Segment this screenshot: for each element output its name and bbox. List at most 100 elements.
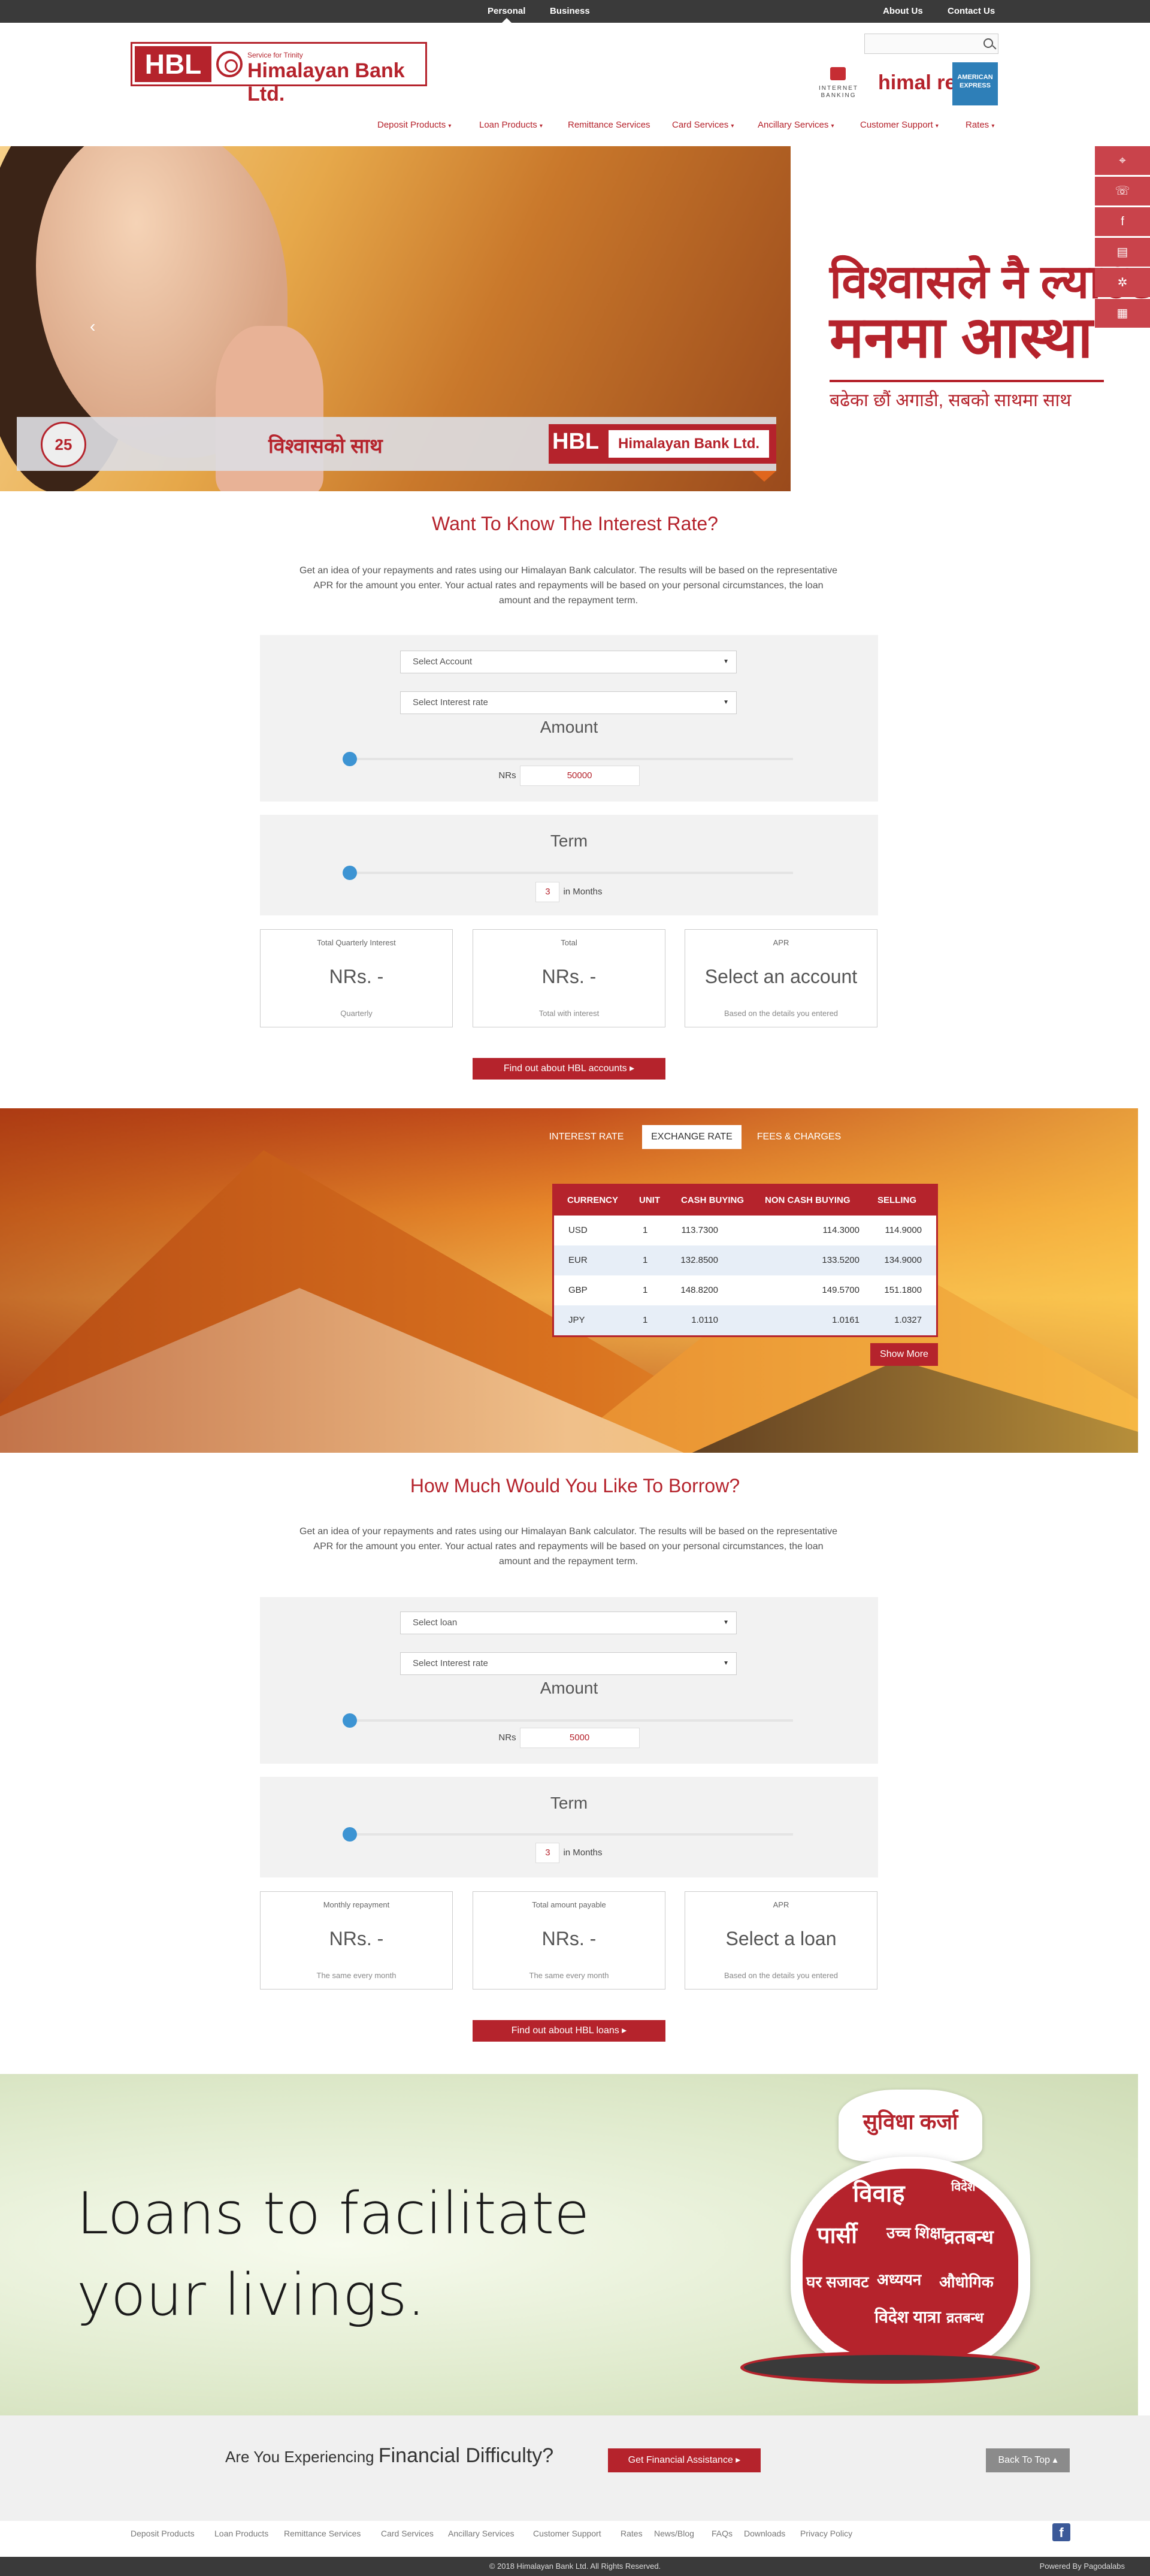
phone-icon[interactable]: ☏ bbox=[1095, 177, 1150, 205]
hbl-accounts-button[interactable]: Find out about HBL accounts ▸ bbox=[473, 1058, 665, 1080]
loan-bag-puzzle: विवाह विदेश यात्रा पार्सी उच्च शिक्षा व्… bbox=[803, 2169, 1018, 2360]
nav-rates[interactable]: Rates ▾ bbox=[966, 120, 994, 130]
about-us-link[interactable]: About Us bbox=[883, 6, 923, 16]
nav-deposit-products[interactable]: Deposit Products ▾ bbox=[377, 120, 451, 130]
borrow-title: How Much Would You Like To Borrow? bbox=[410, 1475, 740, 1496]
result-card: Monthly repayment NRs. - The same every mo… bbox=[260, 1891, 453, 1990]
borrow-amount-panel: Select loan ▼ Select Interest rate ▼ Amoun… bbox=[260, 1597, 878, 1764]
site-logo[interactable]: HBL Service for Trinity Himalayan Bank L… bbox=[131, 42, 427, 105]
form-icon[interactable]: ▦ bbox=[1095, 299, 1150, 328]
term-slider[interactable] bbox=[343, 866, 793, 880]
amount-row: NRs 50000 bbox=[260, 766, 878, 786]
term-label: Term bbox=[550, 1794, 588, 1812]
borrow-intro: Get an idea of your repayments and rates… bbox=[299, 1526, 837, 1567]
result-card: APR Select a loan Based on the details you… bbox=[685, 1891, 877, 1990]
facebook-icon[interactable]: f bbox=[1052, 2523, 1070, 2541]
internet-banking-link[interactable]: INTERNET BANKING bbox=[809, 62, 868, 105]
loan-bag-plate bbox=[740, 2351, 1040, 2384]
amount-label: Amount bbox=[540, 718, 598, 736]
carousel-prev-icon[interactable]: ‹ bbox=[90, 317, 95, 336]
nav-loan-products[interactable]: Loan Products ▾ bbox=[479, 120, 543, 130]
amount-label: Amount bbox=[540, 1679, 598, 1697]
financial-difficulty-section: Are You Experiencing Financial Difficult… bbox=[0, 2415, 1150, 2521]
footer-link[interactable]: Card Services bbox=[381, 2529, 434, 2538]
amount-slider[interactable] bbox=[343, 752, 793, 766]
table-row: JPY 1 1.0110 1.0161 1.0327 bbox=[554, 1305, 936, 1335]
copyright: © 2018 Himalayan Bank Ltd. All Rights Re… bbox=[489, 2562, 661, 2571]
amex-link[interactable]: AMERICAN EXPRESS bbox=[952, 62, 998, 105]
document-icon[interactable]: ▤ bbox=[1095, 238, 1150, 267]
financial-assistance-button[interactable]: Get Financial Assistance ▸ bbox=[608, 2448, 761, 2472]
amount-row: NRs 5000 bbox=[260, 1728, 878, 1748]
interest-title: Want To Know The Interest Rate? bbox=[432, 513, 718, 534]
nav-card-services[interactable]: Card Services ▾ bbox=[672, 120, 734, 130]
interest-rate-select[interactable]: Select Interest rate ▼ bbox=[400, 1652, 737, 1675]
interest-rate-select[interactable]: Select Interest rate ▼ bbox=[400, 691, 737, 714]
tab-interest-rate[interactable]: INTEREST RATE bbox=[541, 1125, 631, 1149]
hero-logo: HBL Himalayan Bank Ltd. bbox=[549, 424, 776, 464]
term-input[interactable]: 3 bbox=[535, 1843, 560, 1863]
term-slider[interactable] bbox=[343, 1827, 793, 1842]
himal-remit-link[interactable]: himal remit bbox=[877, 62, 986, 105]
back-to-top-button[interactable]: Back To Top ▴ bbox=[986, 2448, 1070, 2472]
footer-link[interactable]: Rates bbox=[621, 2529, 643, 2538]
amount-input[interactable]: 50000 bbox=[519, 766, 640, 786]
hero-strip: 25 विश्वासको साथ HBL Himalayan Bank Ltd. bbox=[17, 417, 776, 471]
footer-link[interactable]: Downloads bbox=[744, 2529, 785, 2538]
account-select[interactable]: Select Account ▼ bbox=[400, 651, 737, 673]
trust-text: विश्वासको साथ bbox=[268, 435, 383, 458]
footer-link[interactable]: Deposit Products bbox=[131, 2529, 195, 2538]
amex-label: AMERICAN EXPRESS bbox=[957, 74, 993, 89]
nav-remittance-services[interactable]: Remittance Services bbox=[568, 120, 650, 130]
footer-link[interactable]: Remittance Services bbox=[284, 2529, 361, 2538]
amount-input[interactable]: 5000 bbox=[519, 1728, 640, 1748]
footer-link[interactable]: Loan Products bbox=[214, 2529, 268, 2538]
personal-tab[interactable]: Personal bbox=[488, 6, 525, 16]
footer-link[interactable]: Privacy Policy bbox=[800, 2529, 852, 2538]
powered-by-link[interactable]: Powered By Pagodalabs bbox=[1040, 2562, 1125, 2571]
interest-amount-panel: Select Account ▼ Select Interest rate ▼ Am… bbox=[260, 635, 878, 802]
main-nav: Deposit Products ▾ Loan Products ▾ Remit… bbox=[377, 120, 1003, 135]
anniversary-badge: 25 bbox=[41, 422, 86, 467]
loan-select[interactable]: Select loan ▼ bbox=[400, 1611, 737, 1634]
footer-link[interactable]: News/Blog bbox=[654, 2529, 694, 2538]
nav-ancillary-services[interactable]: Ancillary Services ▾ bbox=[758, 120, 834, 130]
internet-banking-label: INTERNET BANKING bbox=[819, 85, 858, 99]
slider-handle[interactable] bbox=[343, 866, 357, 880]
tab-exchange-rate[interactable]: EXCHANGE RATE bbox=[642, 1125, 742, 1149]
table-row: USD 1 113.7300 114.3000 114.9000 bbox=[568, 1225, 922, 1235]
internet-banking-icon bbox=[830, 67, 846, 80]
slider-handle[interactable] bbox=[343, 1713, 357, 1728]
business-tab[interactable]: Business bbox=[550, 6, 590, 16]
footer-link[interactable]: Customer Support bbox=[533, 2529, 601, 2538]
amount-slider[interactable] bbox=[343, 1713, 793, 1728]
difficulty-question: Are You Experiencing Financial Difficult… bbox=[225, 2444, 554, 2467]
settings-icon[interactable]: ✲ bbox=[1095, 268, 1150, 297]
search-input[interactable] bbox=[864, 34, 998, 54]
term-label: Term bbox=[550, 832, 588, 850]
footer-link[interactable]: FAQs bbox=[712, 2529, 733, 2538]
slider-handle[interactable] bbox=[343, 752, 357, 766]
logo-name: Himalayan Bank Ltd. bbox=[247, 59, 405, 105]
term-row: 3 in Months bbox=[260, 1843, 878, 1863]
nav-customer-support[interactable]: Customer Support ▾ bbox=[860, 120, 939, 130]
loan-bag-title: सुविधा कर्जा bbox=[862, 2109, 958, 2134]
show-more-button[interactable]: Show More bbox=[870, 1343, 938, 1366]
facebook-icon[interactable]: f bbox=[1095, 207, 1150, 236]
result-card: Total NRs. - Total with interest bbox=[473, 929, 665, 1027]
interest-intro: Get an idea of your repayments and rates… bbox=[299, 566, 837, 606]
borrow-term-panel: Term 3 in Months bbox=[260, 1777, 878, 1877]
hbl-loans-button[interactable]: Find out about HBL loans ▸ bbox=[473, 2020, 665, 2042]
location-icon[interactable]: ⌖ bbox=[1095, 146, 1150, 175]
search-icon[interactable] bbox=[983, 38, 993, 48]
top-bar: Personal Business About Us Contact Us bbox=[0, 0, 1150, 23]
exchange-rate-table: CURRENCY UNIT CASH BUYING NON CASH BUYIN… bbox=[552, 1184, 938, 1337]
side-rail: ⌖ ☏ f ▤ ✲ ▦ bbox=[1095, 146, 1150, 329]
slider-handle[interactable] bbox=[343, 1827, 357, 1842]
tab-fees-charges[interactable]: FEES & CHARGES bbox=[751, 1125, 847, 1149]
contact-us-link[interactable]: Contact Us bbox=[948, 6, 995, 16]
footer-link[interactable]: Ancillary Services bbox=[448, 2529, 514, 2538]
term-input[interactable]: 3 bbox=[535, 882, 560, 902]
hero-carousel[interactable]: ‹ 25 विश्वासको साथ HBL Himalayan Bank Lt… bbox=[0, 146, 1150, 491]
logo-tagline: Service for Trinity bbox=[247, 51, 303, 59]
